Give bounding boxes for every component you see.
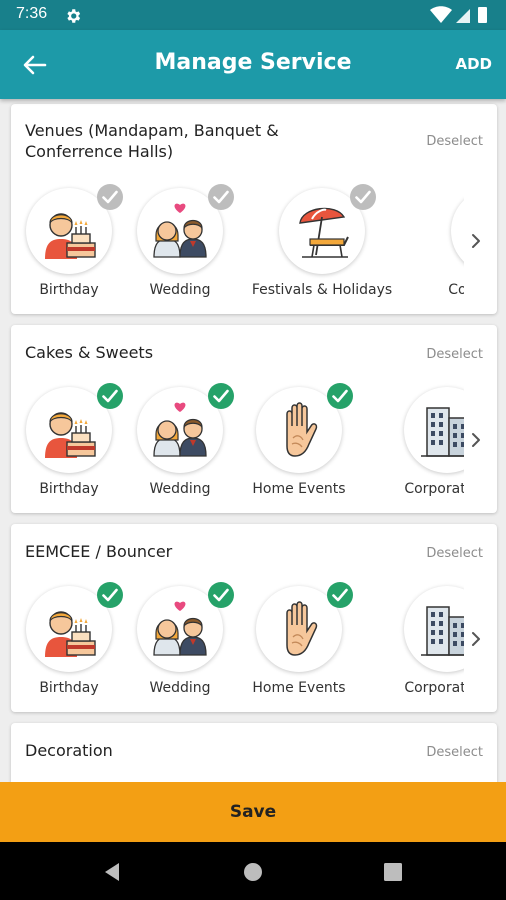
category-label: Wedding [149,282,211,298]
category-avatar [404,387,464,473]
service-card-cakes: Cakes & Sweets Deselect Birthday Wedding [11,325,497,513]
wedding-icon [150,400,210,460]
hand-icon [269,400,329,460]
check-icon [350,184,376,210]
deselect-button[interactable]: Deselect [426,134,483,149]
birthday-icon [39,400,99,460]
page-title: Manage Service [154,50,352,75]
deselect-button[interactable]: Deselect [426,347,483,362]
category-label: Home Events [252,680,346,696]
category-item-corporate[interactable]: Corporate & [404,582,464,702]
check-icon [97,184,123,210]
nav-home-icon[interactable] [242,861,264,883]
wedding-icon [150,201,210,261]
category-scroller[interactable]: Birthday Wedding Home Events Corporat [11,582,464,702]
chevron-right-icon[interactable] [467,232,485,250]
add-button[interactable]: ADD [455,55,492,73]
wifi-icon [430,6,452,23]
deselect-button[interactable]: Deselect [426,546,483,561]
nav-back-icon[interactable] [101,861,123,883]
status-time: 7:36 [16,5,48,22]
save-button[interactable]: Save [0,782,506,842]
birthday-icon [39,599,99,659]
category-label: Corpo [448,282,464,298]
category-label: Festivals & Holidays [251,282,393,298]
chevron-right-icon[interactable] [467,431,485,449]
category-item-corporate[interactable]: Corporate & [404,383,464,503]
category-item-corporate[interactable]: Corpo [448,184,464,304]
section-title: Venues (Mandapam, Banquet & Conferrence … [25,121,279,161]
hand-icon [269,599,329,659]
check-icon [97,582,123,608]
category-label: Corporate & [404,481,464,497]
check-icon [327,582,353,608]
service-card-emcee: EEMCEE / Bouncer Deselect Birthday Weddi… [11,524,497,712]
section-title: Cakes & Sweets [25,343,154,362]
status-bar: 7:36 [0,0,506,30]
category-label: Home Events [252,481,346,497]
status-icons [430,6,487,23]
birthday-icon [39,201,99,261]
deselect-button[interactable]: Deselect [426,745,483,760]
section-title: EEMCEE / Bouncer [25,542,173,561]
battery-icon [478,7,487,23]
building-icon [417,599,464,659]
category-scroller[interactable]: Birthday Wedding Festivals & Holidays Co [11,184,464,304]
check-icon [97,383,123,409]
check-icon [208,383,234,409]
category-scroller[interactable]: Birthday Wedding Home Events Corporat [11,383,464,503]
settings-gear-icon [67,9,81,23]
app-bar: Manage Service ADD [0,30,506,99]
category-avatar [404,586,464,672]
system-navigation-bar [0,842,506,900]
section-title: Decoration [25,741,113,760]
beach-umbrella-icon [292,201,352,261]
chevron-right-icon[interactable] [467,630,485,648]
service-card-venues: Venues (Mandapam, Banquet & Conferrence … [11,104,497,314]
category-label: Corporate & [404,680,464,696]
check-icon [327,383,353,409]
signal-icon [456,9,470,23]
check-icon [208,582,234,608]
nav-recents-icon[interactable] [382,861,404,883]
building-icon [417,400,464,460]
service-list[interactable]: Venues (Mandapam, Banquet & Conferrence … [0,99,506,782]
check-icon [208,184,234,210]
wedding-icon [150,599,210,659]
category-avatar [451,188,464,274]
service-card-decoration: Decoration Deselect [11,723,497,782]
